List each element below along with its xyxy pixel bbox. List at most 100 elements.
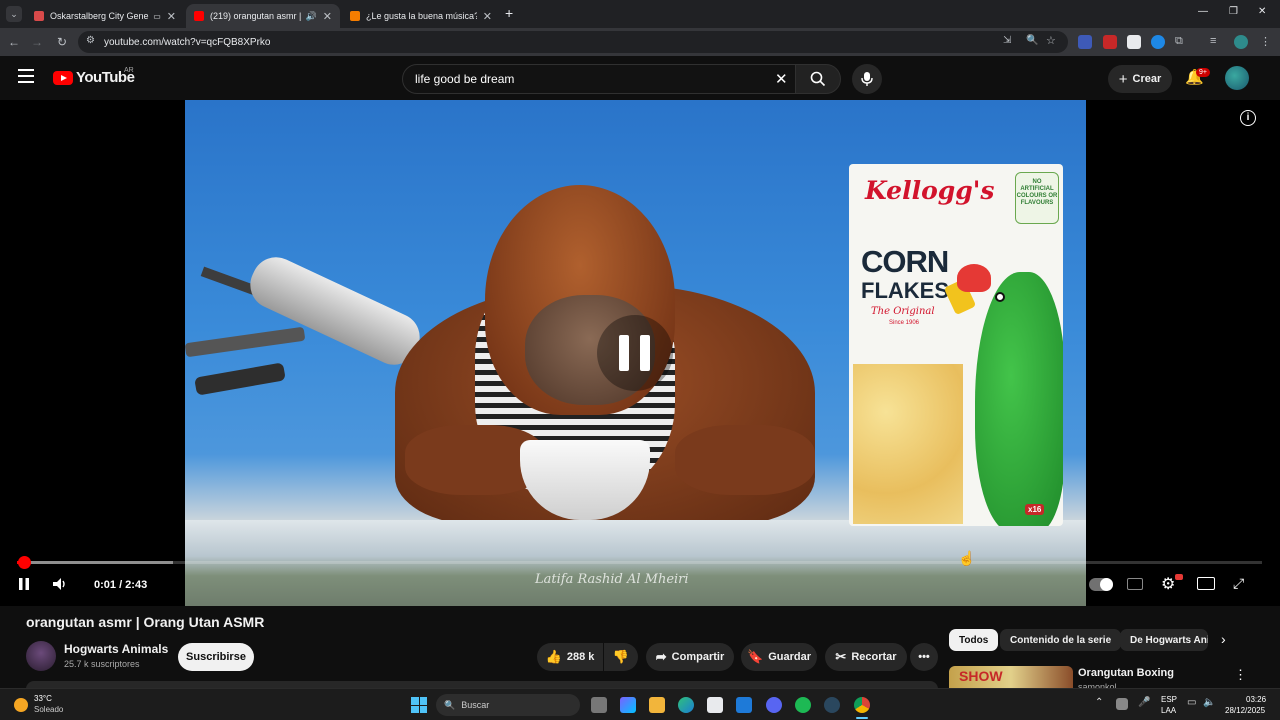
weather-sun-icon[interactable] xyxy=(14,698,28,712)
recommended-more-icon[interactable]: ⋮ xyxy=(1234,667,1247,683)
clip-button[interactable]: ✂ Recortar xyxy=(825,643,907,671)
tray-mic-icon[interactable]: 🎤 xyxy=(1138,697,1150,708)
audio-playing-icon[interactable]: 🔊 xyxy=(306,11,317,22)
video-player[interactable]: Kellogg's NO ARTIFICIAL COLOURS OR FLAVO… xyxy=(0,100,1280,606)
dislike-button[interactable]: 👎 xyxy=(604,643,638,671)
windows-start-icon[interactable] xyxy=(411,697,427,713)
more-actions-button[interactable]: ••• xyxy=(910,643,938,671)
volume-button[interactable] xyxy=(52,577,68,594)
cereal-box: Kellogg's NO ARTIFICIAL COLOURS OR FLAVO… xyxy=(849,164,1063,526)
reload-icon[interactable]: ↻ xyxy=(53,33,71,51)
install-icon[interactable]: ⇲ xyxy=(1003,35,1011,46)
scissors-icon: ✂ xyxy=(835,649,847,664)
tray-app-icon[interactable] xyxy=(1116,698,1128,710)
share-button[interactable]: ➦ Compartir xyxy=(646,643,734,671)
more-horizontal-icon: ••• xyxy=(918,651,930,663)
youtube-logo-icon[interactable] xyxy=(53,71,73,85)
subtitles-icon[interactable] xyxy=(1127,578,1143,590)
thumbs-up-icon: 👍 xyxy=(545,649,562,664)
clock-time[interactable]: 03:26 xyxy=(1246,695,1266,704)
voice-search-button[interactable] xyxy=(852,64,882,94)
recommended-title[interactable]: Orangutan Boxing xyxy=(1078,667,1174,679)
close-window-button[interactable]: ✕ xyxy=(1258,6,1266,17)
discord-icon[interactable] xyxy=(766,697,782,713)
recommended-thumbnail[interactable]: SHOW xyxy=(949,666,1073,688)
tab-close-icon[interactable]: ✕ xyxy=(167,10,176,23)
network-icon[interactable]: ▭ xyxy=(1187,697,1196,708)
address-bar[interactable]: ⚙ youtube.com/watch?v=qcFQB8XPrko ⇲ 🔍 ☆ xyxy=(78,31,1068,53)
account-avatar[interactable] xyxy=(1225,66,1249,90)
settings-gear-icon[interactable]: ⚙ xyxy=(1161,574,1175,594)
bookmark-star-icon[interactable]: ☆ xyxy=(1046,34,1056,47)
windows-taskbar: 33°C Soleado 🔍 Buscar ⌃ 🎤 ESP LAA ▭ 🔈 03… xyxy=(0,688,1280,720)
cereal-flakes-art xyxy=(853,364,963,524)
channel-avatar[interactable] xyxy=(26,641,56,671)
file-explorer-icon[interactable] xyxy=(649,697,665,713)
maximize-button[interactable]: ❐ xyxy=(1229,6,1238,17)
tab-close-icon[interactable]: ✕ xyxy=(483,10,492,23)
task-view-icon[interactable] xyxy=(591,697,607,713)
search-icon: 🔍 xyxy=(444,699,456,710)
search-button[interactable] xyxy=(795,64,841,94)
tab-search-button[interactable]: ⌄ xyxy=(6,6,22,22)
clear-search-icon[interactable]: ✕ xyxy=(775,70,788,88)
store-icon[interactable] xyxy=(707,697,723,713)
hd-badge xyxy=(1175,574,1183,580)
extension-icon-1[interactable] xyxy=(1078,35,1092,49)
chip-series-content[interactable]: Contenido de la serie xyxy=(1000,629,1122,651)
fullscreen-icon[interactable]: ⤢ xyxy=(1233,575,1244,592)
menu-hamburger-icon[interactable] xyxy=(18,69,34,83)
copilot-icon[interactable] xyxy=(620,697,636,713)
clock-date[interactable]: 28/12/2025 xyxy=(1225,706,1265,715)
edge-icon[interactable] xyxy=(678,697,694,713)
progress-bar[interactable] xyxy=(17,556,1262,569)
minimize-button[interactable]: — xyxy=(1198,6,1208,17)
site-info-icon[interactable]: ⚙ xyxy=(86,35,95,46)
language-indicator-1[interactable]: ESP xyxy=(1161,695,1177,704)
extension-icon-2[interactable] xyxy=(1103,35,1117,49)
box-subtitle: The Original xyxy=(871,306,935,317)
like-button[interactable]: 👍 288 k xyxy=(537,643,603,671)
spotify-icon[interactable] xyxy=(795,697,811,713)
theater-mode-icon[interactable] xyxy=(1197,577,1215,590)
tab-youtube[interactable]: (219) orangutan asmr | Ora 🔊 ✕ xyxy=(186,4,340,28)
steam-icon[interactable] xyxy=(824,697,840,713)
box-pack-count: x16 xyxy=(1025,504,1045,515)
video-frame[interactable]: Kellogg's NO ARTIFICIAL COLOURS OR FLAVO… xyxy=(185,100,1086,606)
play-pause-button[interactable] xyxy=(17,577,31,594)
create-button[interactable]: + Crear xyxy=(1108,65,1172,93)
tab-close-icon[interactable]: ✕ xyxy=(323,10,332,23)
chrome-icon[interactable] xyxy=(854,697,870,713)
taskbar-search-box[interactable]: 🔍 Buscar xyxy=(436,694,580,716)
chip-from-channel[interactable]: De Hogwarts Animals xyxy=(1120,629,1208,651)
language-indicator-2[interactable]: LAA xyxy=(1161,706,1176,715)
browser-menu-icon[interactable]: ⋮ xyxy=(1260,35,1274,49)
subscribe-button[interactable]: Suscribirse xyxy=(178,643,254,671)
progress-scrubber[interactable] xyxy=(18,556,32,569)
chips-next-chevron-icon[interactable]: › xyxy=(1221,631,1226,647)
video-info-icon[interactable]: i xyxy=(1240,110,1256,126)
extensions-puzzle-icon[interactable]: ⧉ xyxy=(1175,35,1189,49)
weather-desc[interactable]: Soleado xyxy=(34,705,63,714)
zoom-icon[interactable]: 🔍 xyxy=(1026,35,1038,46)
tab-blogger[interactable]: ¿Le gusta la buena música?: Go ✕ xyxy=(342,4,500,28)
search-input[interactable]: life good be dream ✕ xyxy=(402,64,796,94)
extension-icon-3[interactable] xyxy=(1127,35,1141,49)
extension-icon-4[interactable] xyxy=(1151,35,1165,49)
tray-overflow-icon[interactable]: ⌃ xyxy=(1095,697,1103,708)
channel-name[interactable]: Hogwarts Animals xyxy=(64,642,168,656)
speaker-icon[interactable]: 🔈 xyxy=(1203,697,1215,708)
save-button[interactable]: 🔖 Guardar xyxy=(741,643,817,671)
forward-icon[interactable]: → xyxy=(28,33,46,51)
pause-overlay-button[interactable] xyxy=(597,315,673,391)
mail-icon[interactable] xyxy=(736,697,752,713)
back-icon[interactable]: ← xyxy=(5,33,23,51)
profile-avatar[interactable] xyxy=(1234,35,1248,49)
chip-all[interactable]: Todos xyxy=(949,629,999,651)
autoplay-toggle[interactable] xyxy=(1089,578,1113,591)
reading-list-icon[interactable]: ≡ xyxy=(1210,35,1224,49)
tab-oskarstalberg[interactable]: Oskarstalberg City Generat ▭ ✕ xyxy=(26,4,184,28)
new-tab-button[interactable]: + xyxy=(505,5,513,21)
video-watermark: Latifa Rashid Al Mheiri xyxy=(535,572,689,587)
weather-temp[interactable]: 33°C xyxy=(34,694,52,703)
